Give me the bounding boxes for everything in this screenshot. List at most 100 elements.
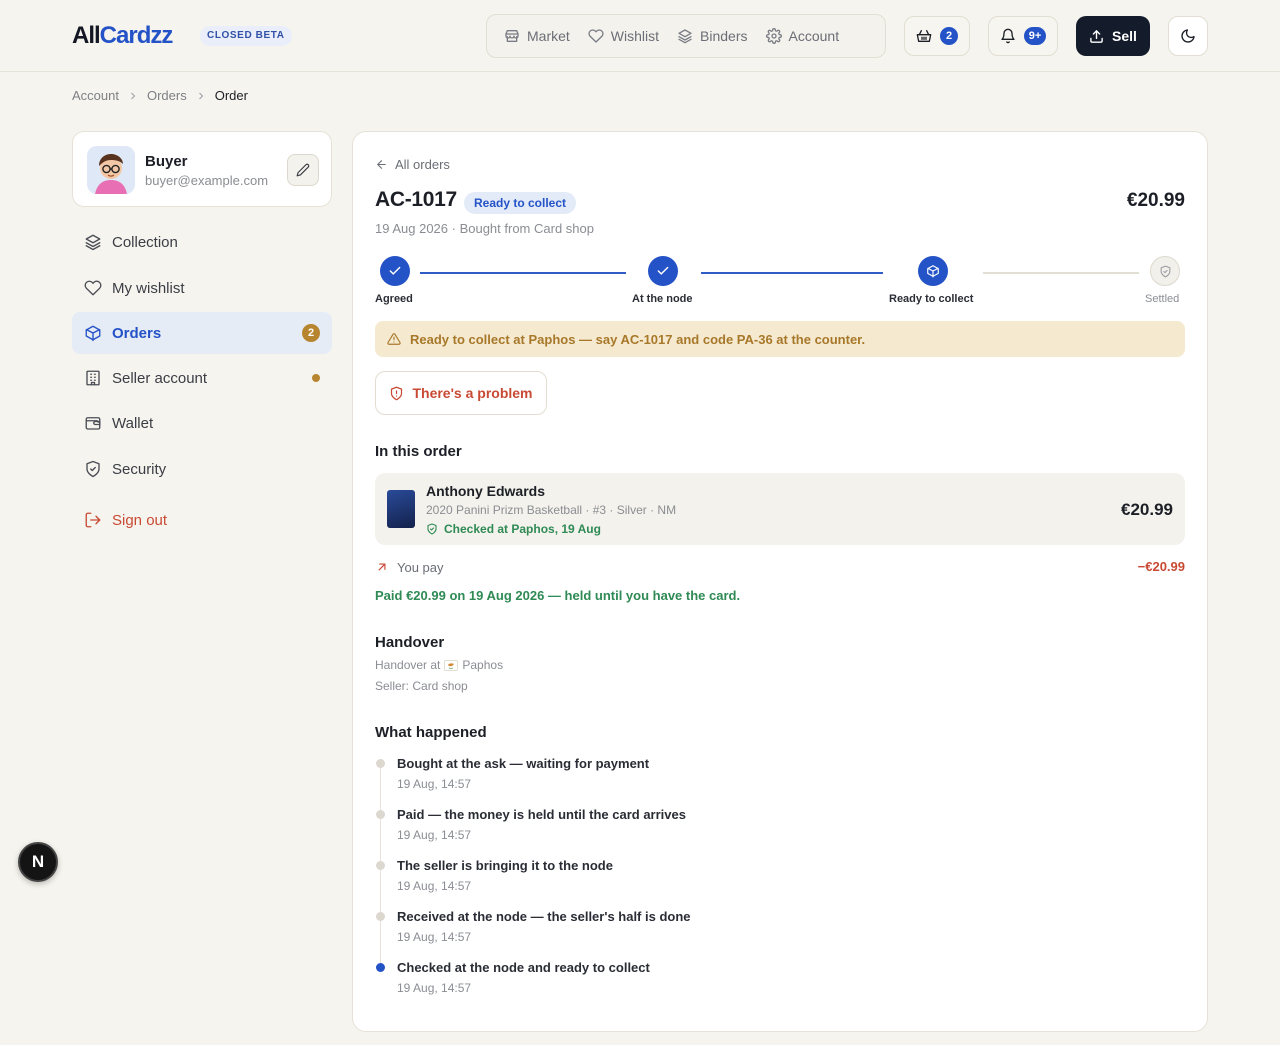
check-icon [389, 266, 401, 275]
sidebar-item-sign-out[interactable]: Sign out [72, 499, 332, 541]
shield-check-icon [1160, 265, 1170, 277]
timeline-dot-current [376, 963, 385, 972]
chevron-right-icon [198, 92, 203, 99]
order-detail-card: All orders AC-1017 Ready to collect €20.… [352, 131, 1208, 1032]
sell-button[interactable]: Sell [1076, 16, 1150, 56]
profile-name: Buyer [145, 153, 188, 170]
nav-binders-label: Binders [700, 28, 748, 44]
store-icon [505, 30, 519, 42]
step-connector [983, 272, 1139, 274]
step-agreed-indicator [380, 256, 410, 286]
items-section-title: In this order [375, 443, 462, 460]
problem-label: There's a problem [412, 385, 533, 401]
nav-market[interactable]: Market [495, 21, 579, 51]
timeline-dot [376, 759, 385, 768]
breadcrumb: Account Orders Order [72, 88, 248, 103]
box-icon [85, 325, 101, 342]
step-settled-indicator [1150, 256, 1180, 286]
timeline-event-title: The seller is bringing it to the node [397, 858, 613, 873]
layers-icon [85, 234, 101, 251]
nav-market-label: Market [527, 28, 570, 44]
notifications-button[interactable]: 9+ [988, 16, 1058, 56]
shield-alert-icon [391, 386, 403, 400]
nav-account[interactable]: Account [757, 21, 849, 51]
seller-line: Seller: Card shop [375, 679, 468, 693]
order-subline: 19 Aug 2026 · Bought from Card shop [375, 221, 594, 236]
sidebar-item-label: Security [112, 460, 167, 478]
wallet-icon [85, 417, 101, 430]
timeline-event-title: Paid — the money is held until the card … [397, 807, 686, 822]
step-label-ready: Ready to collect [889, 293, 974, 305]
timeline-event-time: 19 Aug, 14:57 [397, 981, 472, 995]
avatar [87, 146, 135, 194]
nav-binders[interactable]: Binders [668, 21, 756, 51]
sell-label: Sell [1112, 28, 1137, 44]
collect-alert: Ready to collect at Paphos — say AC-1017… [375, 321, 1185, 357]
cart-count-badge: 2 [940, 27, 958, 45]
payment-row: You pay −€20.99 [375, 558, 1185, 576]
order-item-row[interactable]: Anthony Edwards 2020 Panini Prizm Basket… [375, 473, 1185, 545]
card-thumbnail [387, 490, 415, 528]
item-price: €20.99 [1121, 500, 1173, 519]
heart-icon [588, 29, 604, 43]
timeline-dot [376, 810, 385, 819]
sidebar-item-wallet[interactable]: Wallet [72, 402, 332, 444]
item-check-text: Checked at Paphos, 19 Aug [444, 522, 601, 536]
gear-icon [765, 28, 782, 44]
edit-profile-button[interactable] [287, 154, 319, 186]
building-icon [86, 370, 100, 386]
timeline-dot [376, 912, 385, 921]
nav-wishlist-label: Wishlist [610, 28, 660, 44]
sidebar-item-label: Seller account [112, 369, 208, 387]
sidebar-item-collection[interactable]: Collection [72, 221, 332, 263]
back-to-orders-link[interactable]: All orders [375, 157, 450, 172]
pay-amount: −€20.99 [1137, 559, 1185, 574]
timeline-dot [376, 861, 385, 870]
nav-wishlist[interactable]: Wishlist [579, 21, 668, 51]
notifications-count-badge: 9+ [1023, 27, 1047, 45]
history-section-title: What happened [375, 724, 487, 741]
back-label: All orders [395, 157, 450, 172]
order-id: AC-1017 [375, 188, 457, 211]
timeline-event-title: Received at the node — the seller's half… [397, 909, 691, 924]
sidebar-item-seller-account[interactable]: Seller account [72, 357, 332, 399]
timeline-event-time: 19 Aug, 14:57 [397, 930, 472, 944]
bell-icon [1001, 28, 1015, 44]
status-badge: Ready to collect [464, 192, 577, 214]
step-at-node-indicator [648, 256, 678, 286]
handover-place: Paphos [462, 658, 504, 672]
arrow-up-right-icon [378, 563, 386, 571]
layers-icon [678, 29, 692, 44]
item-meta: 2020 Panini Prizm Basketball · #3 · Silv… [426, 503, 677, 517]
sidebar-item-orders[interactable]: Orders 2 [72, 312, 332, 354]
report-problem-button[interactable]: There's a problem [375, 371, 547, 415]
sidebar-item-label: My wishlist [112, 279, 185, 297]
profile-email: buyer@example.com [145, 173, 269, 188]
breadcrumb-account[interactable]: Account [72, 88, 119, 103]
moon-icon [1181, 29, 1195, 43]
timeline-event-time: 19 Aug, 14:57 [397, 777, 472, 791]
step-ready-indicator [918, 256, 948, 286]
logo[interactable]: AllCardzz [72, 22, 173, 50]
check-icon [657, 266, 669, 275]
pay-label: You pay [397, 559, 444, 575]
dev-tools-badge[interactable]: N [18, 842, 58, 882]
orders-count-badge: 2 [302, 324, 320, 342]
breadcrumb-orders[interactable]: Orders [147, 88, 187, 103]
main-nav: Market Wishlist Binders Account [486, 14, 886, 58]
sidebar-item-wishlist[interactable]: My wishlist [72, 267, 332, 309]
paid-note: Paid €20.99 on 19 Aug 2026 — held until … [375, 588, 741, 603]
step-label-at-node: At the node [632, 293, 693, 305]
sidebar-item-label: Wallet [112, 414, 154, 432]
shield-check-icon [427, 523, 437, 535]
step-connector [420, 272, 626, 274]
top-bar: AllCardzz CLOSED BETA Market Wishlist Bi… [0, 0, 1280, 72]
cart-button[interactable]: 2 [904, 16, 970, 56]
handover-section-title: Handover [375, 634, 445, 651]
flag-icon [444, 659, 459, 671]
step-connector [701, 272, 883, 274]
heart-icon [84, 280, 102, 296]
theme-toggle-button[interactable] [1168, 16, 1208, 56]
timeline-event-time: 19 Aug, 14:57 [397, 828, 472, 842]
sidebar-item-security[interactable]: Security [72, 448, 332, 490]
